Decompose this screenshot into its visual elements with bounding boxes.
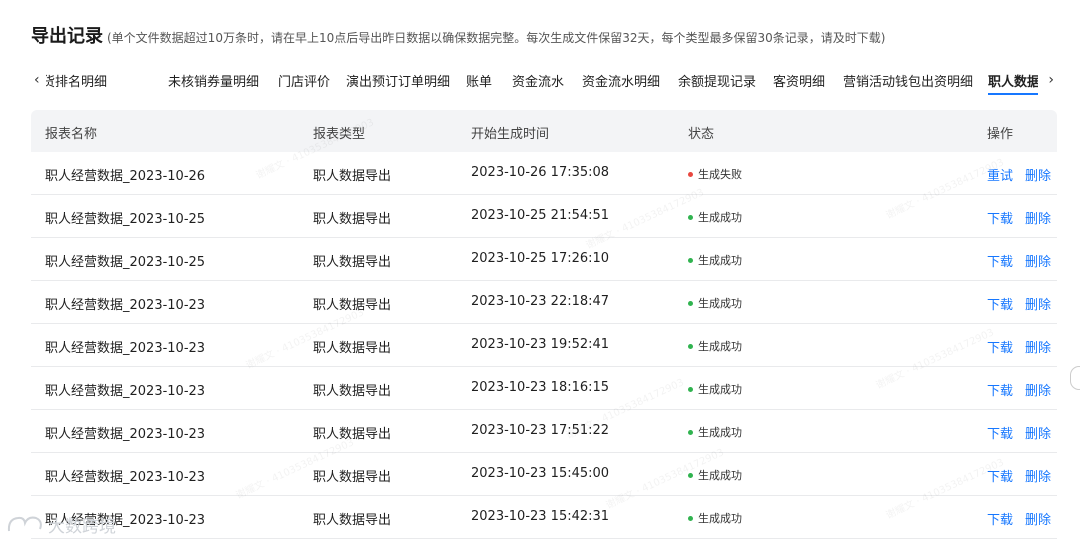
status-dot-icon — [688, 257, 693, 263]
report-status: 生成成功 — [688, 252, 742, 268]
tab-item[interactable]: 未核销券量明细 — [168, 71, 259, 90]
report-name: 职人经营数据_2023-10-23 — [45, 341, 206, 356]
page-header: 导出记录 (单个文件数据超过10万条时，请在早上10点后导出昨日数据以确保数据完… — [31, 22, 886, 47]
status-dot-icon — [688, 515, 693, 521]
tab-item[interactable]: 门店评价 — [278, 71, 330, 90]
status-dot-icon — [688, 429, 693, 435]
col-header-actions: 操作 — [987, 127, 1014, 142]
download-button[interactable]: 下载 — [987, 337, 1013, 356]
download-button[interactable]: 下载 — [987, 380, 1013, 399]
tab-item[interactable]: 客资明细 — [773, 71, 825, 90]
report-time: 2023-10-23 15:42:31 — [471, 509, 610, 524]
report-time: 2023-10-23 22:18:47 — [471, 294, 610, 309]
report-status: 生成成功 — [688, 381, 742, 397]
status-dot-icon — [688, 386, 693, 392]
tab-list: 货排名明细 未核销券量明细 门店评价 演出预订订单明细 账单 资金流水 资金流水明细 余额提现… — [46, 66, 1038, 96]
tab-item[interactable]: 账单 — [466, 71, 492, 90]
table-row: 职人经营数据_2023-10-26 职人数据导出 2023-10-26 17:35:… — [31, 152, 1057, 195]
page-note: (单个文件数据超过10万条时，请在早上10点后导出昨日数据以确保数据完整。每次生… — [107, 31, 886, 45]
delete-button[interactable]: 删除 — [1025, 165, 1051, 184]
report-type: 职人数据导出 — [313, 255, 392, 270]
status-dot-icon — [688, 171, 693, 177]
tab-item[interactable]: 余额提现记录 — [678, 71, 756, 90]
chevron-left-icon[interactable]: ‹ — [34, 72, 40, 88]
report-name: 职人经营数据_2023-10-23 — [45, 298, 206, 313]
col-header-name: 报表名称 — [45, 127, 98, 142]
brand-watermark-text: 大数跨境 — [48, 516, 116, 537]
status-label: 生成成功 — [698, 469, 742, 482]
tab-item[interactable]: 演出预订订单明细 — [346, 71, 450, 90]
table-row: 职人经营数据_2023-10-23 职人数据导出 2023-10-23 22:18:… — [31, 281, 1057, 324]
report-name: 职人经营数据_2023-10-23 — [45, 427, 206, 442]
brand-watermark: 大数跨境 — [6, 510, 116, 538]
status-dot-icon — [688, 214, 693, 220]
report-name: 职人经营数据_2023-10-25 — [45, 212, 206, 227]
download-button[interactable]: 下载 — [987, 294, 1013, 313]
table-row: 职人经营数据_2023-10-25 职人数据导出 2023-10-25 17:26:… — [31, 238, 1057, 281]
report-time: 2023-10-25 21:54:51 — [471, 208, 610, 223]
report-time: 2023-10-23 15:45:00 — [471, 466, 610, 481]
report-type: 职人数据导出 — [313, 470, 392, 485]
report-status: 生成成功 — [688, 209, 742, 225]
delete-button[interactable]: 删除 — [1025, 294, 1051, 313]
report-type: 职人数据导出 — [313, 212, 392, 227]
status-dot-icon — [688, 343, 693, 349]
report-time: 2023-10-26 17:35:08 — [471, 165, 610, 180]
report-status: 生成失败 — [688, 166, 742, 182]
tab-item[interactable]: 职人数据导出 — [988, 71, 1038, 90]
col-header-time: 开始生成时间 — [471, 127, 550, 142]
report-status: 生成成功 — [688, 424, 742, 440]
report-time: 2023-10-23 18:16:15 — [471, 380, 610, 395]
col-header-status: 状态 — [688, 127, 715, 142]
table-header: 报表名称 报表类型 开始生成时间 状态 操作 — [31, 110, 1057, 152]
page-title: 导出记录 — [31, 26, 103, 47]
scroll-handle[interactable] — [1070, 366, 1080, 390]
report-name: 职人经营数据_2023-10-23 — [45, 470, 206, 485]
report-name: 职人经营数据_2023-10-25 — [45, 255, 206, 270]
report-status: 生成成功 — [688, 510, 742, 526]
download-button[interactable]: 下载 — [987, 208, 1013, 227]
tab-item[interactable]: 资金流水 — [512, 71, 564, 90]
delete-button[interactable]: 删除 — [1025, 251, 1051, 270]
chevron-right-icon[interactable]: › — [1048, 72, 1054, 88]
delete-button[interactable]: 删除 — [1025, 337, 1051, 356]
delete-button[interactable]: 删除 — [1025, 509, 1051, 528]
delete-button[interactable]: 删除 — [1025, 380, 1051, 399]
report-name: 职人经营数据_2023-10-26 — [45, 169, 206, 184]
report-type: 职人数据导出 — [313, 341, 392, 356]
report-name: 职人经营数据_2023-10-23 — [45, 384, 206, 399]
status-label: 生成成功 — [698, 254, 742, 267]
report-time: 2023-10-23 19:52:41 — [471, 337, 610, 352]
report-type: 职人数据导出 — [313, 513, 392, 528]
brand-logo-icon — [7, 516, 42, 532]
export-table: 报表名称 报表类型 开始生成时间 状态 操作 职人经营数据_2023-10-26… — [31, 110, 1057, 539]
delete-button[interactable]: 删除 — [1025, 466, 1051, 485]
status-label: 生成成功 — [698, 512, 742, 525]
tab-bar: ‹ 货排名明细 未核销券量明细 门店评价 演出预订订单明细 账单 资金流水 资金流水明细 余额… — [30, 66, 1058, 96]
tab-item[interactable]: 资金流水明细 — [582, 71, 660, 90]
download-button[interactable]: 下载 — [987, 509, 1013, 528]
status-label: 生成失败 — [698, 168, 742, 181]
table-row: 职人经营数据_2023-10-23 职人数据导出 2023-10-23 15:45:… — [31, 453, 1057, 496]
status-dot-icon — [688, 300, 693, 306]
status-label: 生成成功 — [698, 211, 742, 224]
status-label: 生成成功 — [698, 383, 742, 396]
report-status: 生成成功 — [688, 295, 742, 311]
tab-item[interactable]: 货排名明细 — [46, 71, 107, 90]
tab-item[interactable]: 营销活动钱包出资明细 — [843, 71, 973, 90]
status-label: 生成成功 — [698, 340, 742, 353]
download-button[interactable]: 下载 — [987, 423, 1013, 442]
report-status: 生成成功 — [688, 338, 742, 354]
report-type: 职人数据导出 — [313, 384, 392, 399]
table-row: 职人经营数据_2023-10-23 职人数据导出 2023-10-23 19:52:… — [31, 324, 1057, 367]
download-button[interactable]: 下载 — [987, 251, 1013, 270]
status-label: 生成成功 — [698, 426, 742, 439]
report-time: 2023-10-25 17:26:10 — [471, 251, 610, 266]
delete-button[interactable]: 删除 — [1025, 423, 1051, 442]
report-type: 职人数据导出 — [313, 169, 392, 184]
active-tab-indicator — [988, 93, 1038, 95]
table-row: 职人经营数据_2023-10-23 职人数据导出 2023-10-23 17:51:… — [31, 410, 1057, 453]
delete-button[interactable]: 删除 — [1025, 208, 1051, 227]
status-label: 生成成功 — [698, 297, 742, 310]
